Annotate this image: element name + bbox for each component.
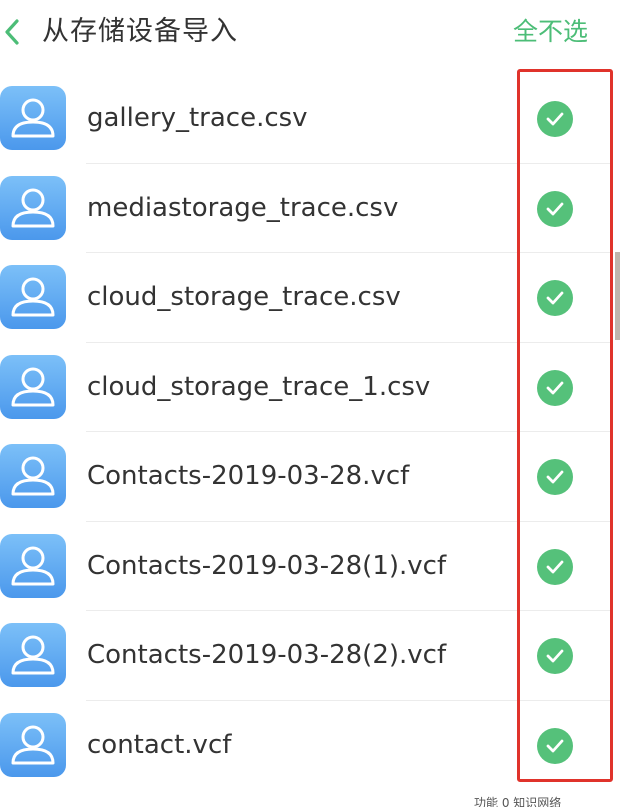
contact-avatar-icon — [0, 533, 66, 598]
contact-avatar-icon — [0, 623, 66, 687]
checkmark-circle-icon[interactable] — [537, 459, 573, 495]
file-row[interactable]: Contacts-2019-03-28(1).vcf — [0, 522, 620, 611]
file-row[interactable]: contact.vcf — [0, 701, 620, 791]
page-title: 从存储设备导入 — [42, 16, 238, 47]
file-name: cloud_storage_trace.csv — [87, 282, 401, 312]
file-row[interactable]: cloud_storage_trace_1.csv — [0, 343, 620, 432]
file-name: gallery_trace.csv — [87, 103, 308, 133]
file-name: cloud_storage_trace_1.csv — [87, 371, 431, 402]
contact-avatar-icon — [0, 175, 66, 240]
file-row[interactable]: gallery_trace.csv — [0, 74, 620, 164]
checkmark-circle-icon[interactable] — [537, 638, 573, 674]
contact-avatar-icon — [0, 712, 66, 777]
contact-avatar-icon — [0, 354, 66, 419]
footer-hint: 功能 0 知识网络 — [474, 796, 562, 807]
file-name: contact.vcf — [87, 729, 232, 760]
file-row[interactable]: Contacts-2019-03-28(2).vcf — [0, 611, 620, 701]
contact-avatar-icon — [0, 444, 66, 508]
checkmark-circle-icon[interactable] — [537, 190, 573, 227]
file-name: Contacts-2019-03-28.vcf — [87, 461, 410, 491]
file-list: gallery_trace.csv mediastorage_trace.csvc… — [0, 74, 620, 790]
contact-avatar-icon — [0, 265, 66, 329]
file-row[interactable]: mediastorage_trace.csv — [0, 164, 620, 253]
contact-avatar-icon — [0, 86, 66, 150]
file-name: mediastorage_trace.csv — [87, 192, 399, 223]
deselect-all-button[interactable]: 全不选 — [513, 14, 588, 50]
back-button[interactable] — [0, 14, 24, 50]
file-name: Contacts-2019-03-28(2).vcf — [87, 640, 447, 670]
checkmark-circle-icon[interactable] — [537, 727, 573, 764]
header-bar: 从存储设备导入 全不选 — [0, 0, 620, 66]
file-row[interactable]: Contacts-2019-03-28.vcf — [0, 432, 620, 522]
checkmark-circle-icon[interactable] — [537, 101, 573, 137]
checkmark-circle-icon[interactable] — [537, 280, 573, 316]
file-name: Contacts-2019-03-28(1).vcf — [87, 550, 447, 581]
chevron-left-icon — [5, 19, 19, 45]
checkmark-circle-icon[interactable] — [537, 369, 573, 406]
checkmark-circle-icon[interactable] — [537, 548, 573, 585]
file-row[interactable]: cloud_storage_trace.csv — [0, 253, 620, 343]
scroll-edge-shade — [615, 252, 620, 340]
